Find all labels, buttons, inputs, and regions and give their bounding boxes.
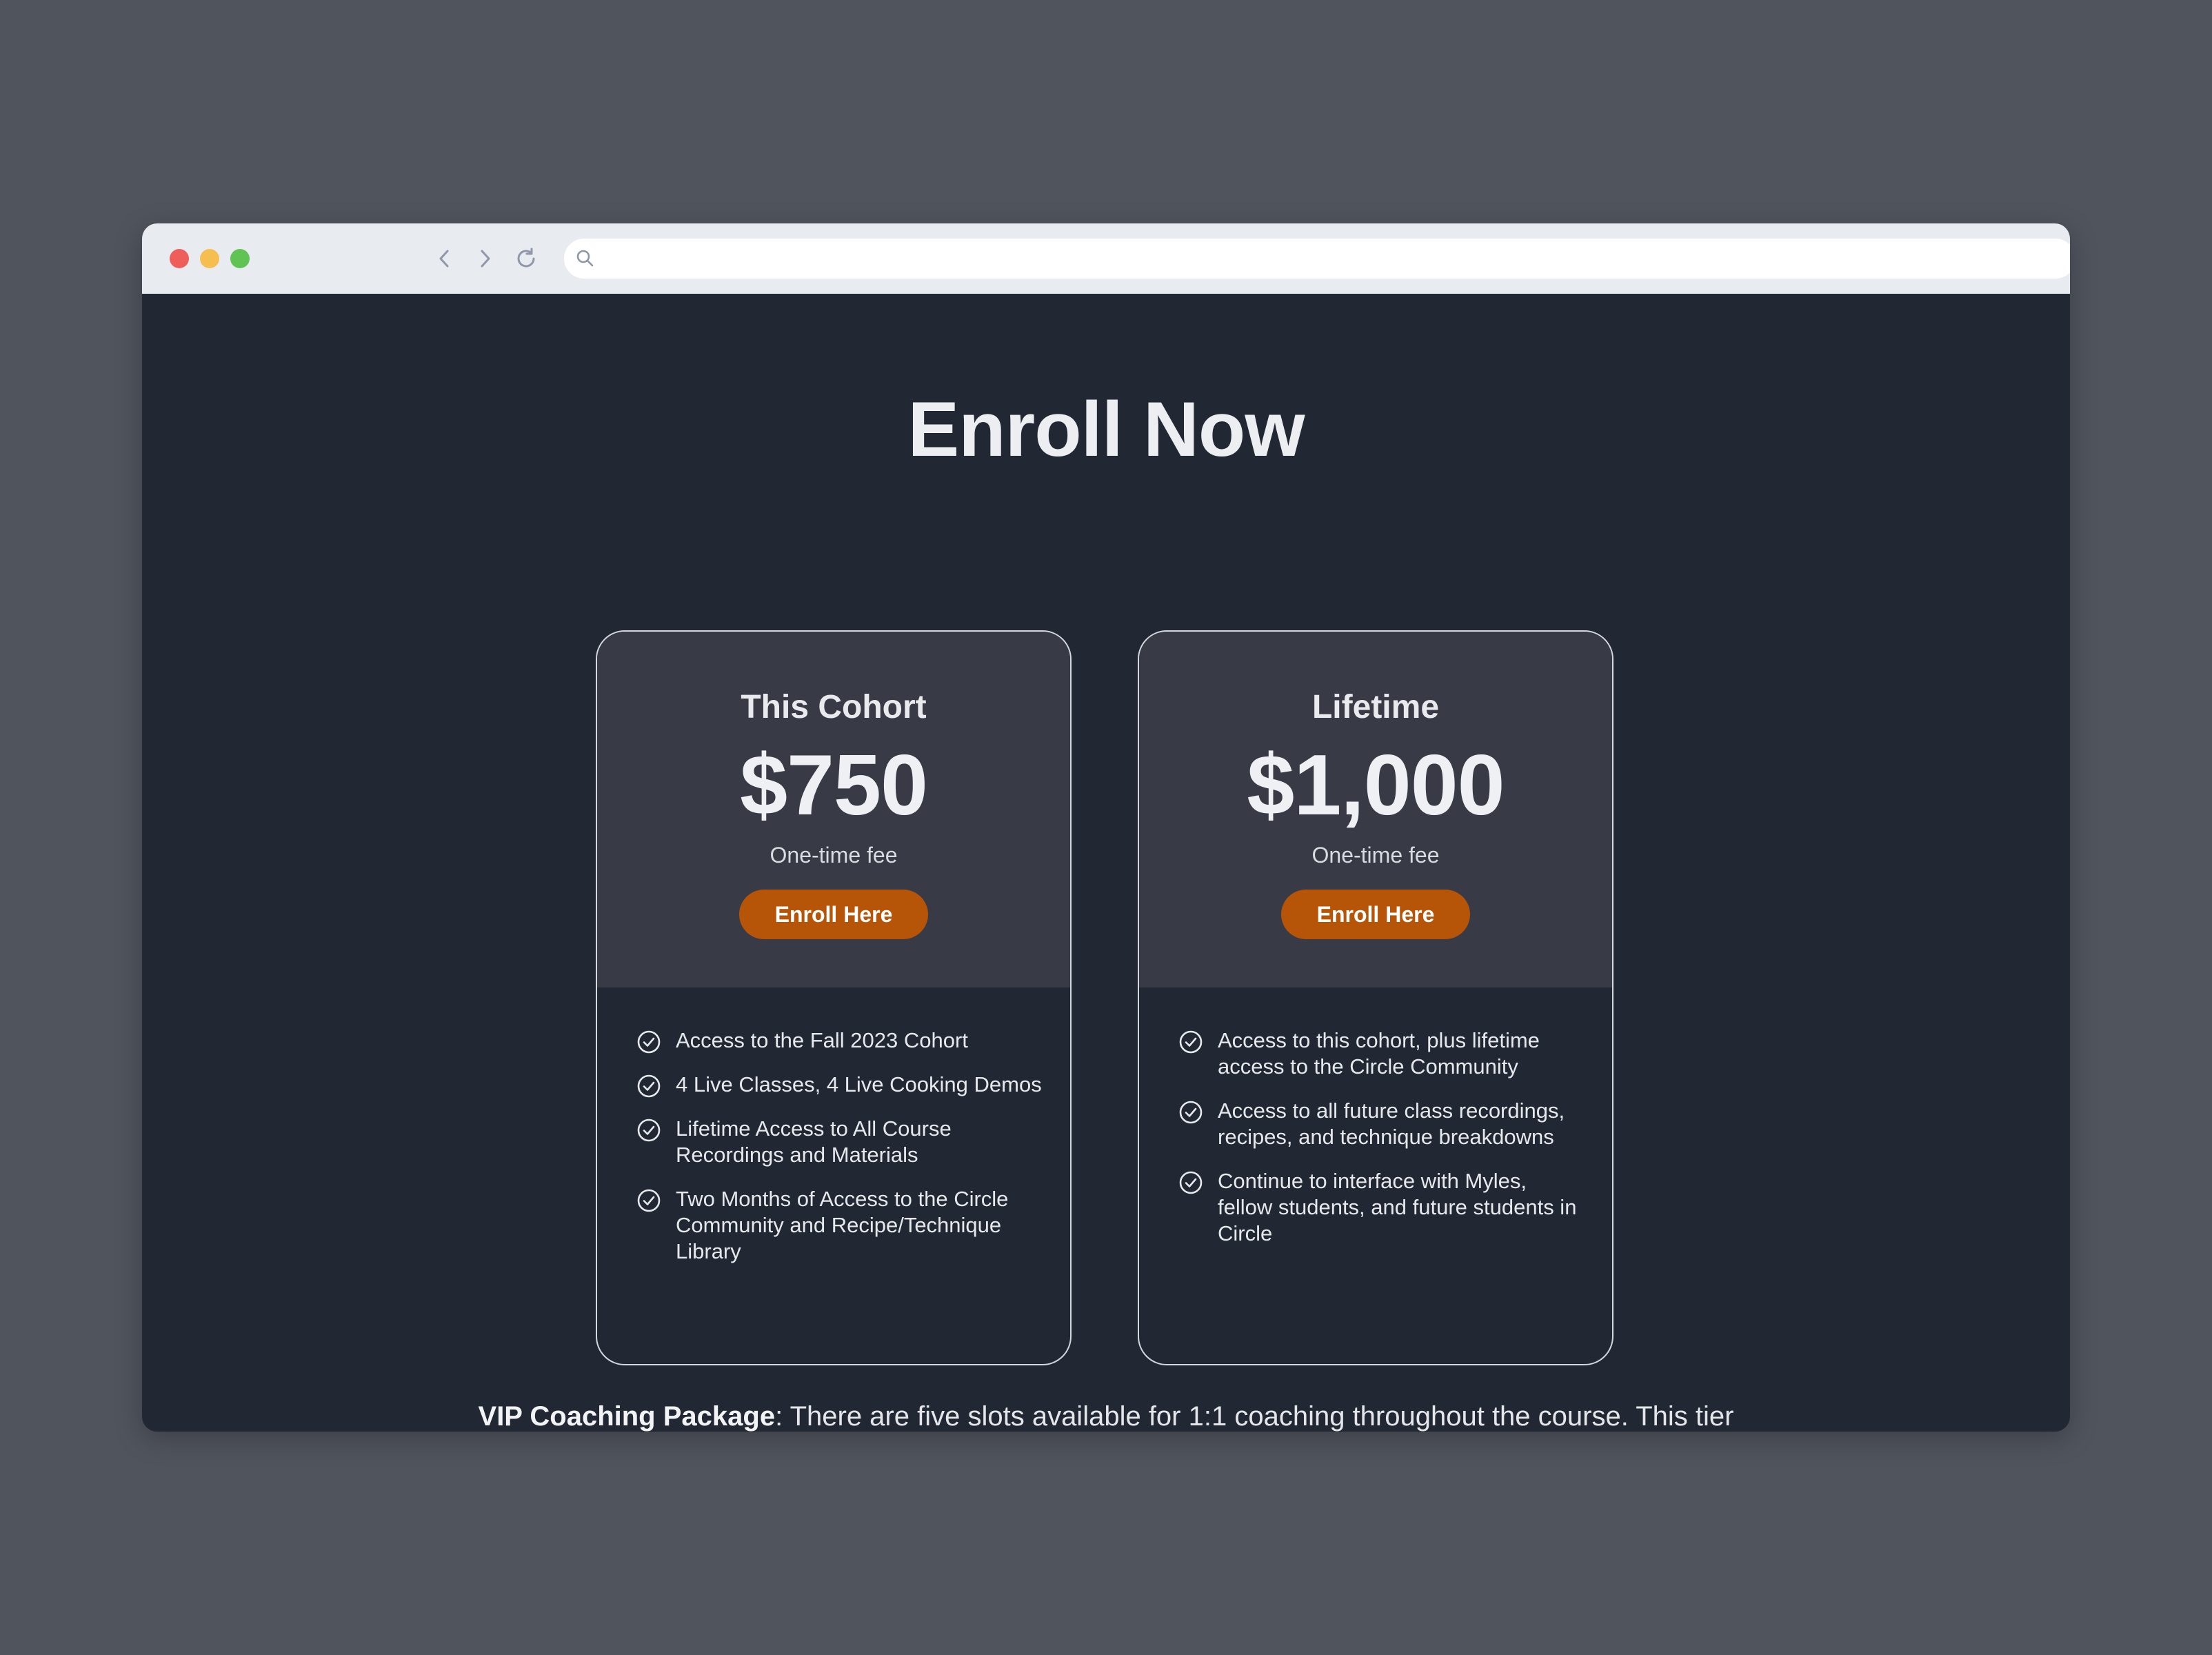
page-content: Enroll Now This Cohort $750 One-time fee… — [142, 294, 2070, 1432]
feature-item: Lifetime Access to All Course Recordings… — [636, 1116, 1043, 1168]
maximize-window-button[interactable] — [230, 249, 250, 268]
feature-list: Access to the Fall 2023 Cohort 4 Live Cl… — [636, 1027, 1043, 1283]
feature-item: 4 Live Classes, 4 Live Cooking Demos — [636, 1072, 1043, 1098]
vip-text: : There are five slots available for 1:1… — [775, 1401, 1734, 1432]
plan-price: $750 — [740, 738, 928, 833]
page-title: Enroll Now — [907, 386, 1305, 472]
check-circle-icon — [1179, 1171, 1203, 1194]
enroll-here-button[interactable]: Enroll Here — [739, 890, 928, 939]
plan-name: This Cohort — [741, 689, 927, 725]
feature-item: Access to the Fall 2023 Cohort — [636, 1027, 1043, 1054]
check-circle-icon — [637, 1119, 661, 1142]
vip-title: VIP Coaching Package — [478, 1401, 776, 1432]
browser-window: Enroll Now This Cohort $750 One-time fee… — [142, 223, 2070, 1432]
check-circle-icon — [1179, 1030, 1203, 1054]
plan-fee-note: One-time fee — [1311, 843, 1440, 867]
check-circle-icon — [1179, 1101, 1203, 1124]
check-circle-icon — [637, 1189, 661, 1212]
feature-text: Two Months of Access to the Circle Commu… — [676, 1187, 1009, 1263]
feature-item: Access to all future class recordings, r… — [1178, 1098, 1585, 1150]
pricing-card-lifetime: Lifetime $1,000 One-time fee Enroll Here… — [1138, 630, 1613, 1365]
feature-text: Continue to interface with Myles, fellow… — [1218, 1169, 1577, 1245]
feature-item: Access to this cohort, plus lifetime acc… — [1178, 1027, 1585, 1080]
enroll-here-button[interactable]: Enroll Here — [1281, 890, 1470, 939]
card-header: This Cohort $750 One-time fee Enroll Her… — [597, 632, 1070, 987]
pricing-card-this-cohort: This Cohort $750 One-time fee Enroll Her… — [596, 630, 1072, 1365]
check-circle-icon — [637, 1074, 661, 1098]
close-window-button[interactable] — [170, 249, 189, 268]
minimize-window-button[interactable] — [200, 249, 219, 268]
plan-name: Lifetime — [1311, 689, 1440, 725]
forward-icon[interactable] — [467, 241, 502, 276]
feature-text: Lifetime Access to All Course Recordings… — [676, 1116, 952, 1167]
browser-toolbar — [142, 223, 2070, 294]
vip-coaching-note: VIP Coaching Package: There are five slo… — [142, 1401, 2070, 1432]
feature-item: Two Months of Access to the Circle Commu… — [636, 1186, 1043, 1265]
reload-icon[interactable] — [509, 241, 543, 276]
feature-text: Access to this cohort, plus lifetime acc… — [1218, 1028, 1540, 1079]
check-circle-icon — [637, 1030, 661, 1054]
plan-fee-note: One-time fee — [770, 843, 898, 867]
address-bar[interactable] — [564, 239, 2070, 279]
feature-item: Continue to interface with Myles, fellow… — [1178, 1168, 1585, 1247]
feature-text: Access to the Fall 2023 Cohort — [676, 1028, 968, 1052]
search-icon — [576, 250, 594, 267]
card-header: Lifetime $1,000 One-time fee Enroll Here — [1139, 632, 1612, 987]
address-input[interactable] — [605, 244, 2056, 274]
feature-text: 4 Live Classes, 4 Live Cooking Demos — [676, 1072, 1042, 1096]
back-icon[interactable] — [428, 241, 462, 276]
feature-list: Access to this cohort, plus lifetime acc… — [1178, 1027, 1585, 1265]
plan-price: $1,000 — [1247, 738, 1505, 833]
feature-text: Access to all future class recordings, r… — [1218, 1099, 1565, 1149]
